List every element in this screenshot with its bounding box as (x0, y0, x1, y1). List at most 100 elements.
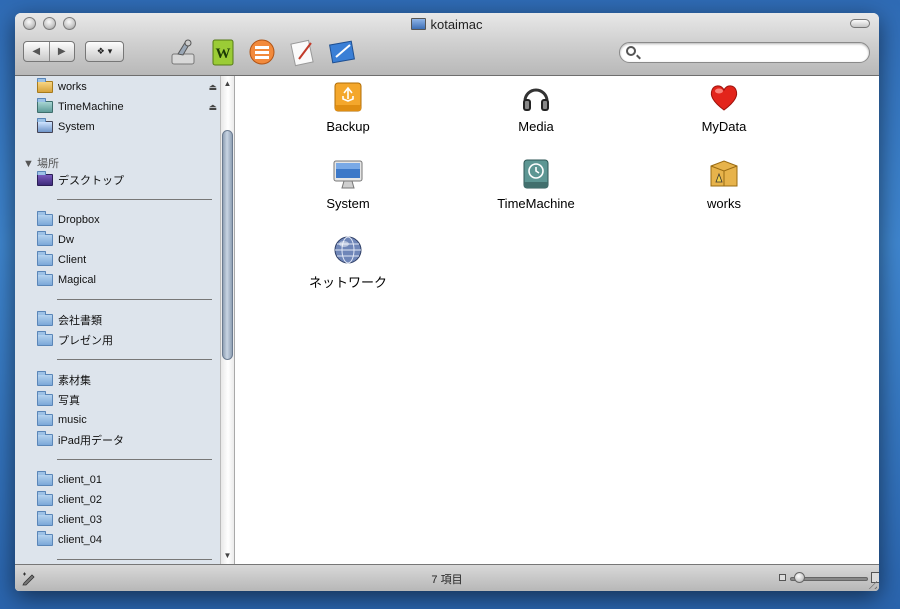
usb-drive-icon (332, 81, 364, 113)
sidebar-divider (57, 351, 224, 361)
network-globe-icon (332, 234, 364, 266)
item-count: 7 項目 (431, 574, 463, 586)
sidebar-item-music[interactable]: music (37, 411, 217, 429)
sidebar-item-label: デスクトップ (58, 175, 124, 187)
sidebar-item-label: 会社書類 (58, 315, 102, 327)
folder-icon (37, 431, 53, 446)
item-label: Backup (326, 119, 370, 134)
sidebar-divider (57, 191, 224, 201)
finder-window: kotaimac ◀ ▶ ❖ ▾ W works ⏏ TimeMachine ⏏… (15, 13, 879, 591)
sidebar-item-label: works (58, 81, 87, 93)
search-field[interactable] (619, 42, 870, 63)
icon-size-small-icon (779, 574, 786, 581)
folder-icon (37, 271, 53, 286)
preview-app-icon[interactable] (327, 37, 357, 67)
item-network[interactable]: ネットワーク (278, 234, 418, 291)
sidebar-item-label: client_03 (58, 514, 103, 526)
item-backup[interactable]: Backup (278, 81, 418, 134)
folder-icon (37, 491, 53, 506)
item-timemachine[interactable]: TimeMachine (466, 158, 606, 211)
sidebar-item-system[interactable]: System (37, 118, 217, 136)
folder-icon (37, 311, 53, 326)
folder-icon (37, 231, 53, 246)
wedit-app-icon[interactable]: W (208, 37, 238, 67)
item-mydata[interactable]: MyData (654, 81, 794, 134)
dropbox-menu-button[interactable]: ❖ ▾ (85, 41, 124, 62)
file-icon-view: Backup Media MyData System TimeMachine w… (236, 76, 879, 564)
status-bar: 7 項目 (15, 564, 879, 591)
eject-icon[interactable]: ⏏ (208, 82, 217, 93)
item-media[interactable]: Media (466, 81, 606, 134)
sidebar-item-label: client_01 (58, 474, 103, 486)
sidebar-item-label: Client (58, 254, 87, 266)
folder-icon (37, 471, 53, 486)
item-label: TimeMachine (497, 196, 575, 211)
sidebar-item-desktop[interactable]: デスクトップ (37, 171, 217, 189)
icon-size-slider-knob[interactable] (794, 572, 805, 583)
sidebar-item-presentation[interactable]: プレゼン用 (37, 331, 217, 349)
sidebar-item-materials[interactable]: 素材集 (37, 371, 217, 389)
sidebar-item-label: Dropbox (58, 214, 100, 226)
sidebar-item-label: client_02 (58, 494, 103, 506)
sidebar-item-label: 写真 (58, 395, 80, 407)
sidebar-item-timemachine[interactable]: TimeMachine ⏏ (37, 98, 217, 116)
imac-icon (37, 118, 53, 133)
folder-icon (37, 391, 53, 406)
item-label: ネットワーク (308, 275, 387, 290)
window-title-area: kotaimac (15, 17, 879, 32)
back-button[interactable]: ◀ (24, 42, 50, 61)
forward-button[interactable]: ▶ (50, 42, 75, 61)
sidebar-divider (57, 451, 224, 461)
sidebar-item-client-04[interactable]: client_04 (37, 531, 217, 549)
stack-app-icon[interactable] (247, 37, 277, 67)
dropbox-icon: ❖ (96, 46, 105, 56)
timemachine-drive-icon (520, 158, 552, 190)
sidebar-item-client-03[interactable]: client_03 (37, 511, 217, 529)
sidebar-item-label: System (58, 121, 95, 133)
item-label: works (707, 196, 741, 211)
item-system[interactable]: System (278, 158, 418, 211)
places-header[interactable]: ▼ 場所 (23, 155, 59, 171)
scroll-down-arrow[interactable]: ▼ (222, 550, 233, 561)
toolbar-toggle-button[interactable] (850, 19, 870, 28)
sidebar-item-dw[interactable]: Dw (37, 231, 217, 249)
sidebar-item-magical[interactable]: Magical (37, 271, 217, 289)
sidebar-item-label: Dw (58, 234, 74, 246)
item-works[interactable]: works (654, 158, 794, 211)
window-title: kotaimac (430, 17, 483, 32)
works-box-icon (708, 158, 740, 190)
sidebar-item-label: music (58, 414, 87, 426)
sidebar-item-photos[interactable]: 写真 (37, 391, 217, 409)
timemachine-drive-icon (37, 98, 53, 113)
folder-icon (37, 211, 53, 226)
folder-icon (37, 331, 53, 346)
sidebar-item-client-02[interactable]: client_02 (37, 491, 217, 509)
textedit-app-icon[interactable] (287, 37, 317, 67)
svg-text:W: W (216, 46, 231, 62)
sidebar-divider (57, 291, 224, 301)
folder-icon (37, 411, 53, 426)
item-label: System (326, 196, 370, 211)
sidebar-item-company-docs[interactable]: 会社書類 (37, 311, 217, 329)
item-label: MyData (701, 119, 747, 134)
search-input[interactable] (642, 45, 862, 60)
sidebar-scroll-thumb[interactable] (222, 130, 233, 360)
sidebar-item-dropbox[interactable]: Dropbox (37, 211, 217, 229)
headphones-icon (520, 81, 552, 113)
sidebar-divider (57, 551, 224, 561)
folder-icon (37, 531, 53, 546)
computer-icon (411, 18, 427, 30)
sidebar-item-client[interactable]: Client (37, 251, 217, 269)
sidebar-item-ipad-data[interactable]: iPad用データ (37, 431, 217, 449)
search-icon (626, 46, 636, 56)
desktop-icon (37, 171, 53, 186)
scroll-up-arrow[interactable]: ▲ (222, 78, 233, 89)
sidebar-item-works[interactable]: works ⏏ (37, 78, 217, 96)
imac-icon (332, 158, 364, 190)
sidebar-item-label: iPad用データ (58, 435, 125, 447)
app-tool-icon[interactable] (168, 37, 198, 67)
folder-icon (37, 371, 53, 386)
sidebar-item-client-01[interactable]: client_01 (37, 471, 217, 489)
sidebar-item-label: TimeMachine (58, 101, 124, 113)
eject-icon[interactable]: ⏏ (208, 102, 217, 113)
